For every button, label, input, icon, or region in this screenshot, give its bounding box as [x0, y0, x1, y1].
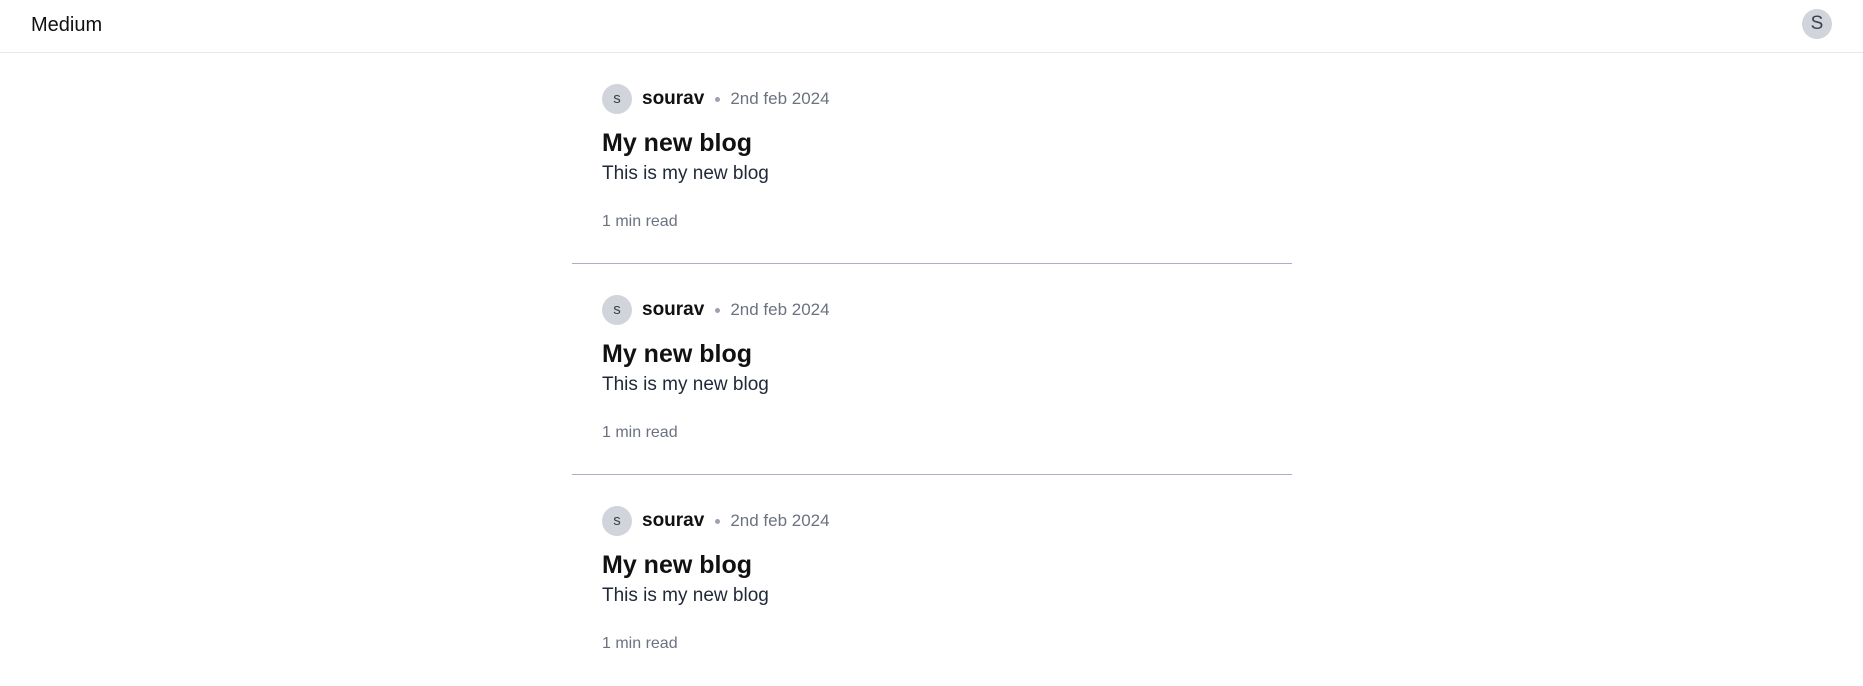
post-meta: s sourav 2nd feb 2024 [602, 84, 830, 114]
read-time: 1 min read [602, 213, 678, 230]
blog-card[interactable]: s sourav 2nd feb 2024 My new blog This i… [572, 264, 1292, 475]
post-date: 2nd feb 2024 [730, 89, 830, 108]
blog-feed: s sourav 2nd feb 2024 My new blog This i… [572, 53, 1292, 686]
author-avatar: s [602, 295, 632, 325]
brand-logo-link[interactable]: Medium [31, 13, 102, 37]
user-avatar[interactable]: S [1802, 9, 1832, 39]
separator-dot-icon [715, 96, 721, 102]
blog-card[interactable]: s sourav 2nd feb 2024 My new blog This i… [572, 475, 1292, 686]
post-excerpt: This is my new blog [602, 163, 769, 184]
author-avatar: s [602, 84, 632, 114]
author-name: sourav [642, 88, 705, 109]
post-title[interactable]: My new blog [602, 338, 752, 370]
post-date: 2nd feb 2024 [730, 300, 830, 319]
author-name: sourav [642, 510, 705, 531]
post-title[interactable]: My new blog [602, 127, 752, 159]
author-avatar: s [602, 506, 632, 536]
read-time: 1 min read [602, 424, 678, 441]
post-meta: s sourav 2nd feb 2024 [602, 506, 830, 536]
separator-dot-icon [715, 307, 721, 313]
app-header: Medium S [0, 0, 1863, 53]
blog-card[interactable]: s sourav 2nd feb 2024 My new blog This i… [572, 53, 1292, 264]
read-time: 1 min read [602, 635, 678, 652]
author-name: sourav [642, 299, 705, 320]
post-excerpt: This is my new blog [602, 374, 769, 395]
post-date: 2nd feb 2024 [730, 511, 830, 530]
post-meta: s sourav 2nd feb 2024 [602, 295, 830, 325]
post-title[interactable]: My new blog [602, 549, 752, 581]
separator-dot-icon [715, 518, 721, 524]
post-excerpt: This is my new blog [602, 585, 769, 606]
